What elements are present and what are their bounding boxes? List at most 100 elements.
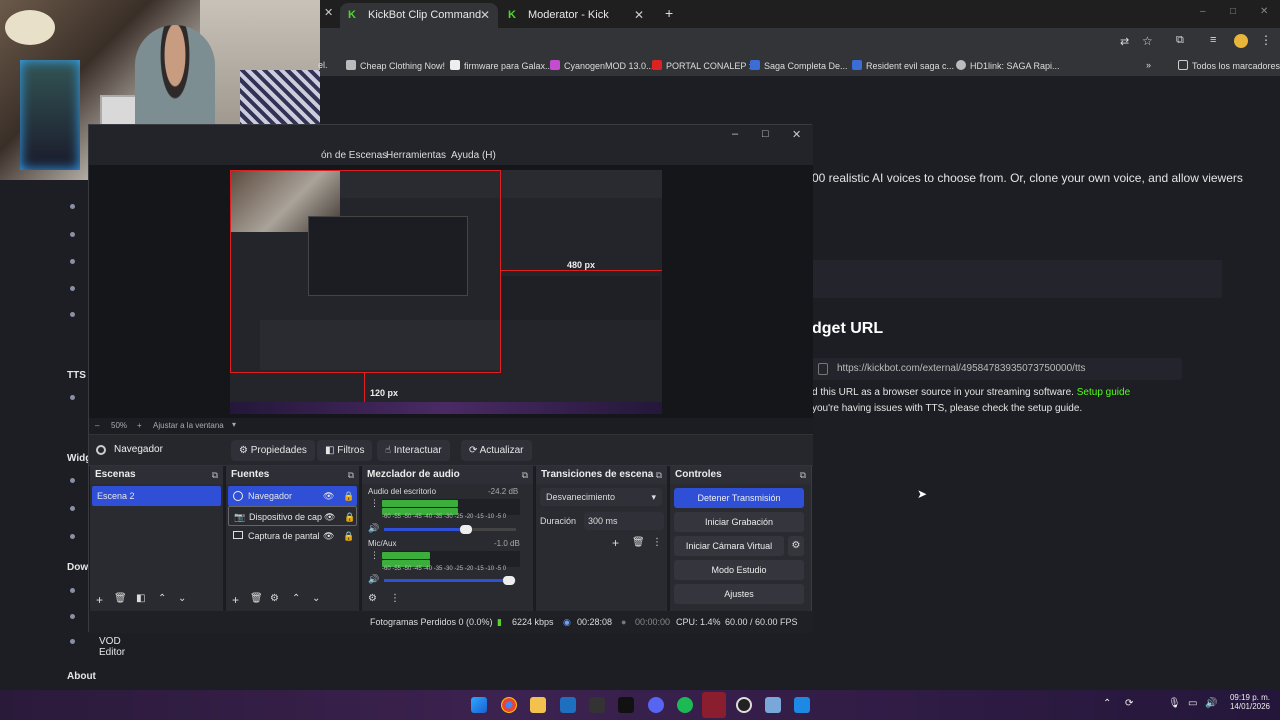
- mic-icon[interactable]: 🎙: [1168, 698, 1181, 709]
- gear-icon[interactable]: ⚙: [270, 593, 279, 604]
- gear-icon[interactable]: ⚙: [788, 536, 804, 556]
- extensions-icon[interactable]: ⧉: [1176, 34, 1184, 47]
- volume-slider[interactable]: [384, 576, 516, 585]
- obs-maximize-icon[interactable]: □: [762, 128, 769, 140]
- trash-icon[interactable]: 🗑: [632, 537, 645, 548]
- close-window-icon[interactable]: ✕: [1260, 6, 1268, 17]
- undock-icon[interactable]: ⧉: [522, 466, 528, 484]
- maximize-icon[interactable]: □: [1230, 6, 1236, 17]
- file-explorer-icon[interactable]: [530, 697, 546, 713]
- stop-streaming-button[interactable]: Detener Transmisión: [674, 488, 804, 508]
- bookmark-partial[interactable]: el.: [318, 60, 328, 70]
- properties-button[interactable]: ⚙ Propiedades: [231, 440, 315, 461]
- add-source-button[interactable]: +: [232, 593, 239, 607]
- translate-icon[interactable]: ⇄: [1120, 35, 1129, 48]
- source-bounding-box[interactable]: [230, 170, 501, 373]
- setup-guide-link[interactable]: Setup guide: [1077, 387, 1130, 398]
- move-down-icon[interactable]: ⌄: [312, 593, 320, 604]
- zoom-in-button[interactable]: +: [137, 421, 142, 430]
- move-up-icon[interactable]: ⌃: [292, 593, 300, 604]
- discord-icon[interactable]: [648, 697, 664, 713]
- start-recording-button[interactable]: Iniciar Grabación: [674, 512, 804, 532]
- vscode-icon[interactable]: [560, 697, 576, 713]
- network-icon[interactable]: ▭: [1188, 698, 1197, 709]
- channel-menu-icon[interactable]: ⋮: [370, 498, 379, 509]
- close-icon[interactable]: ✕: [480, 3, 490, 28]
- bookmark-item[interactable]: Saga Completa De...: [750, 60, 848, 71]
- duration-stepper[interactable]: 300 ms: [584, 512, 664, 530]
- new-tab-button[interactable]: +: [665, 5, 673, 21]
- queue-icon[interactable]: ≡: [1210, 34, 1216, 46]
- minimize-icon[interactable]: –: [1200, 6, 1206, 17]
- trash-icon[interactable]: 🗑: [114, 593, 127, 604]
- notepad-icon[interactable]: [765, 697, 781, 713]
- transition-menu-icon[interactable]: ⋮: [652, 537, 662, 548]
- tray-icon[interactable]: ⟳: [1125, 698, 1133, 709]
- spotify-icon[interactable]: [677, 697, 693, 713]
- clock[interactable]: 09:19 p. m. 14/01/2026: [1226, 693, 1270, 711]
- filters-icon[interactable]: ◧: [136, 593, 145, 604]
- menu-icon[interactable]: ⋮: [1260, 33, 1272, 47]
- app-icon[interactable]: [618, 697, 634, 713]
- add-transition-button[interactable]: +: [612, 536, 619, 550]
- close-icon[interactable]: ✕: [634, 3, 644, 28]
- speaker-icon[interactable]: 🔊: [368, 574, 379, 585]
- source-item[interactable]: 📷 Dispositivo de cap 👁 🔒: [228, 506, 357, 526]
- bookmark-item[interactable]: Resident evil saga c...: [852, 60, 954, 71]
- menu-tools[interactable]: Herramientas: [386, 150, 446, 161]
- volume-icon[interactable]: 🔊: [1205, 698, 1217, 709]
- bookmark-item[interactable]: firmware para Galax...: [450, 60, 553, 71]
- source-item[interactable]: Navegador 👁 🔒: [228, 486, 357, 506]
- star-icon[interactable]: ☆: [1142, 34, 1153, 48]
- visibility-eye-icon[interactable]: 👁: [324, 507, 335, 527]
- menu-help[interactable]: Ayuda (H): [451, 150, 496, 161]
- visibility-eye-icon[interactable]: 👁: [323, 486, 334, 506]
- undock-icon[interactable]: ⧉: [800, 466, 806, 484]
- volume-slider[interactable]: [384, 525, 516, 534]
- trash-icon[interactable]: 🗑: [250, 593, 263, 604]
- start-virtual-camera-button[interactable]: Iniciar Cámara Virtual: [674, 536, 784, 556]
- bookmark-item[interactable]: HD1link: SAGA Rapi...: [956, 60, 1060, 71]
- start-icon[interactable]: [471, 697, 487, 713]
- tab-kick-dashboard[interactable]: K Moderator - Kick Dashboard ✕: [500, 3, 652, 46]
- obs-preview[interactable]: 480 px 120 px: [89, 165, 813, 418]
- widget-url-field[interactable]: https://kickbot.com/external/49584783935…: [812, 358, 1182, 380]
- advanced-audio-icon[interactable]: ⚙: [368, 593, 377, 604]
- lock-icon[interactable]: 🔒: [343, 526, 354, 546]
- lock-icon[interactable]: 🔒: [343, 486, 354, 506]
- move-up-icon[interactable]: ⌃: [158, 593, 166, 604]
- tab-kickbot[interactable]: K KickBot Clip Command ✕: [340, 3, 498, 28]
- copy-icon[interactable]: [818, 363, 828, 375]
- all-bookmarks[interactable]: Todos los marcadores: [1178, 60, 1280, 71]
- transition-select[interactable]: Desvanecimiento ▾: [540, 488, 662, 506]
- scene-item[interactable]: Escena 2: [92, 486, 221, 506]
- menu-scene-collection[interactable]: ón de Escenas: [321, 150, 387, 161]
- volume-handle[interactable]: [503, 576, 515, 585]
- obs-close-icon[interactable]: ✕: [792, 128, 801, 141]
- fit-to-window-select[interactable]: Ajustar a la ventana: [153, 421, 224, 430]
- source-item[interactable]: Captura de pantal 👁 🔒: [228, 526, 357, 546]
- undock-icon[interactable]: ⧉: [212, 466, 218, 484]
- app-icon[interactable]: [794, 697, 810, 713]
- lock-icon[interactable]: 🔒: [344, 507, 355, 527]
- app-icon[interactable]: [702, 692, 726, 718]
- obs-icon[interactable]: [736, 697, 752, 713]
- filters-button[interactable]: ◧ Filtros: [317, 440, 373, 461]
- move-down-icon[interactable]: ⌄: [178, 593, 186, 604]
- interact-button[interactable]: ☝ Interactuar: [377, 440, 450, 461]
- studio-mode-button[interactable]: Modo Estudio: [674, 560, 804, 580]
- refresh-button[interactable]: ⟳ Actualizar: [461, 440, 532, 461]
- bookmark-item[interactable]: PORTAL CONALEP :3: [652, 60, 756, 71]
- undock-icon[interactable]: ⧉: [656, 466, 662, 484]
- app-icon[interactable]: [589, 697, 605, 713]
- zoom-out-button[interactable]: –: [95, 421, 99, 430]
- settings-button[interactable]: Ajustes: [674, 584, 804, 604]
- chrome-icon[interactable]: [501, 697, 517, 713]
- obs-minimize-icon[interactable]: –: [732, 128, 738, 140]
- close-tab-icon[interactable]: ✕: [324, 6, 333, 19]
- sidebar-item-vod-editor[interactable]: VOD Editor: [99, 636, 125, 658]
- add-scene-button[interactable]: +: [96, 593, 103, 607]
- visibility-eye-icon[interactable]: 👁: [323, 526, 334, 546]
- bookmark-item[interactable]: Cheap Clothing Now!: [346, 60, 445, 71]
- undock-icon[interactable]: ⧉: [348, 466, 354, 484]
